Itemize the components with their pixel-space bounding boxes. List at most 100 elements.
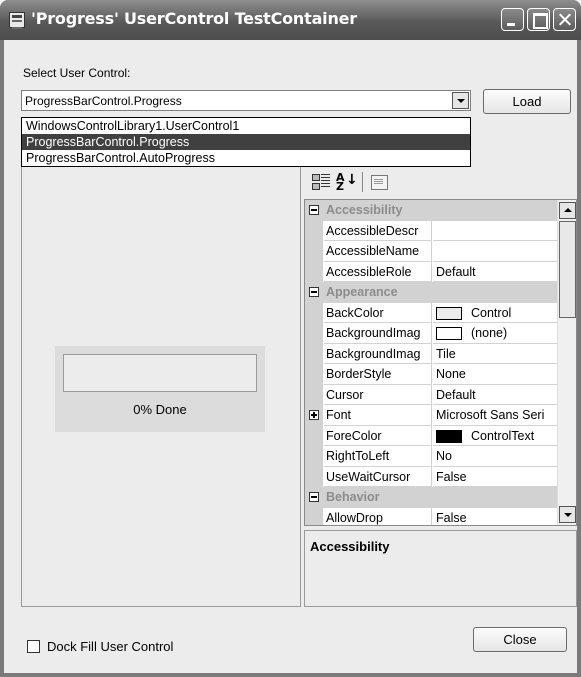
property-value[interactable]: (none) (433, 323, 557, 344)
property-row[interactable]: BackColor Control (305, 302, 557, 323)
color-swatch (436, 306, 462, 320)
property-value-text: Default (436, 264, 476, 279)
property-value[interactable]: False (433, 508, 557, 526)
categorized-lines (321, 174, 330, 188)
property-row[interactable]: AllowDrop False (305, 507, 557, 526)
dropdown-option[interactable]: ProgressBarControl.AutoProgress (22, 150, 470, 166)
property-category-row[interactable]: Accessibility (305, 200, 557, 221)
property-category-title: Behavior (326, 490, 380, 504)
property-value-text: False (436, 510, 467, 525)
property-value[interactable]: Default (433, 262, 557, 282)
property-grid-rows: Accessibility AccessibleDescr AccessibleNa… (305, 200, 557, 526)
property-value[interactable]: False (433, 467, 557, 487)
user-control-combobox[interactable]: ProgressBarControl.Progress (21, 90, 471, 111)
property-category-title: Appearance (326, 285, 398, 299)
expand-icon[interactable] (309, 410, 319, 420)
dropdown-option[interactable]: WindowsControlLibrary1.UserControl1 (22, 118, 470, 134)
property-value[interactable] (433, 221, 557, 241)
property-row-margin (305, 384, 323, 405)
property-value-text: None (436, 367, 466, 381)
scrollbar-thumb[interactable] (559, 221, 576, 318)
window-title: 'Progress' UserControl TestContainer (31, 9, 357, 28)
property-value[interactable] (433, 241, 557, 262)
property-value-text: (none) (471, 326, 508, 340)
property-row[interactable]: UseWaitCursor False (305, 466, 557, 487)
property-row[interactable]: BackgroundImag (none) (305, 323, 557, 344)
user-control-dropdown-list: WindowsControlLibrary1.UserControl1 Progr… (21, 117, 471, 167)
property-category-row[interactable]: Behavior (305, 487, 557, 508)
property-value[interactable]: Tile (433, 344, 557, 364)
property-pages-icon[interactable] (369, 171, 391, 193)
dock-fill-label: Dock Fill User Control (47, 639, 174, 654)
collapse-icon[interactable] (309, 205, 319, 215)
combobox-value: ProgressBarControl.Progress (25, 94, 182, 108)
progress-bar (63, 354, 257, 392)
load-button[interactable]: Load (483, 89, 571, 114)
property-name: BorderStyle (324, 364, 432, 385)
property-value[interactable]: Control (433, 303, 557, 323)
property-row-margin (305, 343, 323, 364)
property-name: BackgroundImag (324, 343, 432, 364)
user-control-host-panel: 0% Done (21, 126, 301, 607)
toolbar-separator (362, 172, 363, 192)
property-description-panel: Accessibility (304, 530, 577, 607)
property-row-margin (305, 261, 323, 282)
property-name: AccessibleDescr (324, 220, 432, 241)
scroll-up-icon[interactable] (559, 202, 576, 219)
property-row[interactable]: BackgroundImag Tile (305, 343, 557, 364)
property-row[interactable]: AccessibleRole Default (305, 261, 557, 282)
property-value[interactable]: Microsoft Sans Seri (433, 405, 557, 426)
close-button[interactable]: Close (473, 627, 567, 652)
dock-fill-checkbox[interactable] (27, 640, 40, 653)
property-row[interactable]: RightToLeft No (305, 446, 557, 467)
property-value-text: Default (436, 387, 476, 402)
progress-user-control: 0% Done (55, 346, 265, 432)
client-area: Select User Control: ProgressBarControl.… (4, 40, 577, 673)
title-bar[interactable]: 'Progress' UserControl TestContainer (0, 0, 581, 40)
property-row-margin (305, 405, 323, 426)
property-grid-scrollbar[interactable] (557, 200, 576, 525)
minimize-icon[interactable] (501, 8, 524, 31)
property-row-margin (305, 241, 323, 262)
dropdown-option[interactable]: ProgressBarControl.Progress (22, 134, 470, 150)
alphabetical-sort-icon[interactable]: A Z ↓ (334, 171, 358, 193)
property-name: BackgroundImag (324, 323, 432, 344)
property-row-margin (305, 323, 323, 344)
property-row[interactable]: AccessibleName (305, 241, 557, 262)
property-row[interactable]: ForeColor ControlText (305, 425, 557, 446)
property-row[interactable]: BorderStyle None (305, 364, 557, 385)
property-value-text: Control (471, 305, 512, 320)
property-value[interactable]: None (433, 364, 557, 385)
property-category-title: Accessibility (326, 203, 403, 217)
collapse-icon[interactable] (309, 287, 319, 297)
categorized-icon[interactable] (310, 171, 332, 193)
property-value-text: Tile (436, 346, 456, 361)
property-name: AccessibleName (324, 241, 432, 262)
color-swatch (436, 429, 462, 443)
property-name: AccessibleRole (324, 261, 432, 282)
select-user-control-label: Select User Control: (23, 66, 131, 80)
property-value-text: ControlText (471, 428, 535, 443)
property-row-margin (305, 425, 323, 446)
property-row[interactable]: AccessibleDescr (305, 220, 557, 241)
close-window-icon[interactable] (553, 8, 576, 31)
progress-label: 0% Done (133, 402, 187, 417)
property-row-margin (305, 302, 323, 323)
property-value[interactable]: Default (433, 385, 557, 405)
color-swatch (436, 327, 462, 341)
property-row[interactable]: Font Microsoft Sans Seri (305, 405, 557, 426)
property-value[interactable]: ControlText (433, 426, 557, 446)
property-row[interactable]: Cursor Default (305, 384, 557, 405)
property-row-margin (305, 446, 323, 467)
property-value[interactable]: No (433, 446, 557, 467)
chevron-down-icon[interactable] (452, 92, 469, 109)
collapse-icon[interactable] (309, 492, 319, 502)
property-row-margin (305, 364, 323, 385)
maximize-icon[interactable] (527, 8, 550, 31)
property-description-title: Accessibility (310, 539, 390, 554)
property-category-row[interactable]: Appearance (305, 282, 557, 303)
property-name: Font (324, 405, 432, 426)
scroll-down-icon[interactable] (559, 506, 576, 523)
property-row-margin (305, 466, 323, 487)
property-row-margin (305, 507, 323, 525)
